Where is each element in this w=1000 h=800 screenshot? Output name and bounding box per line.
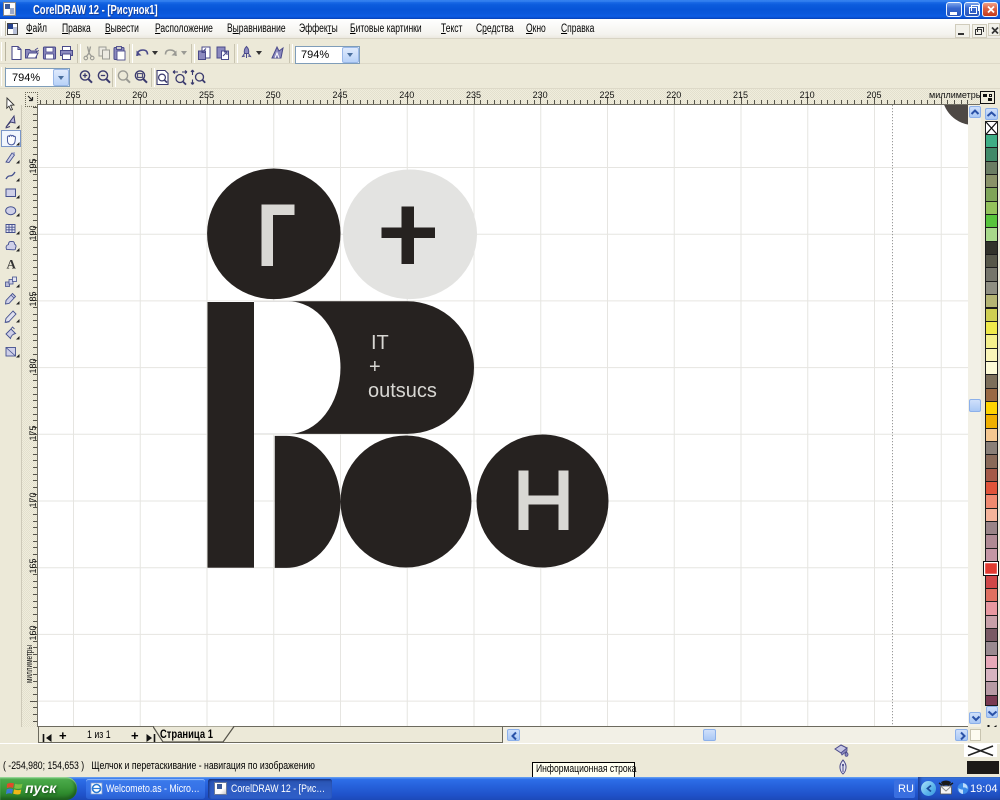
svg-text:миллиметры: миллиметры: [24, 645, 34, 683]
svg-text:A: A: [7, 256, 17, 271]
